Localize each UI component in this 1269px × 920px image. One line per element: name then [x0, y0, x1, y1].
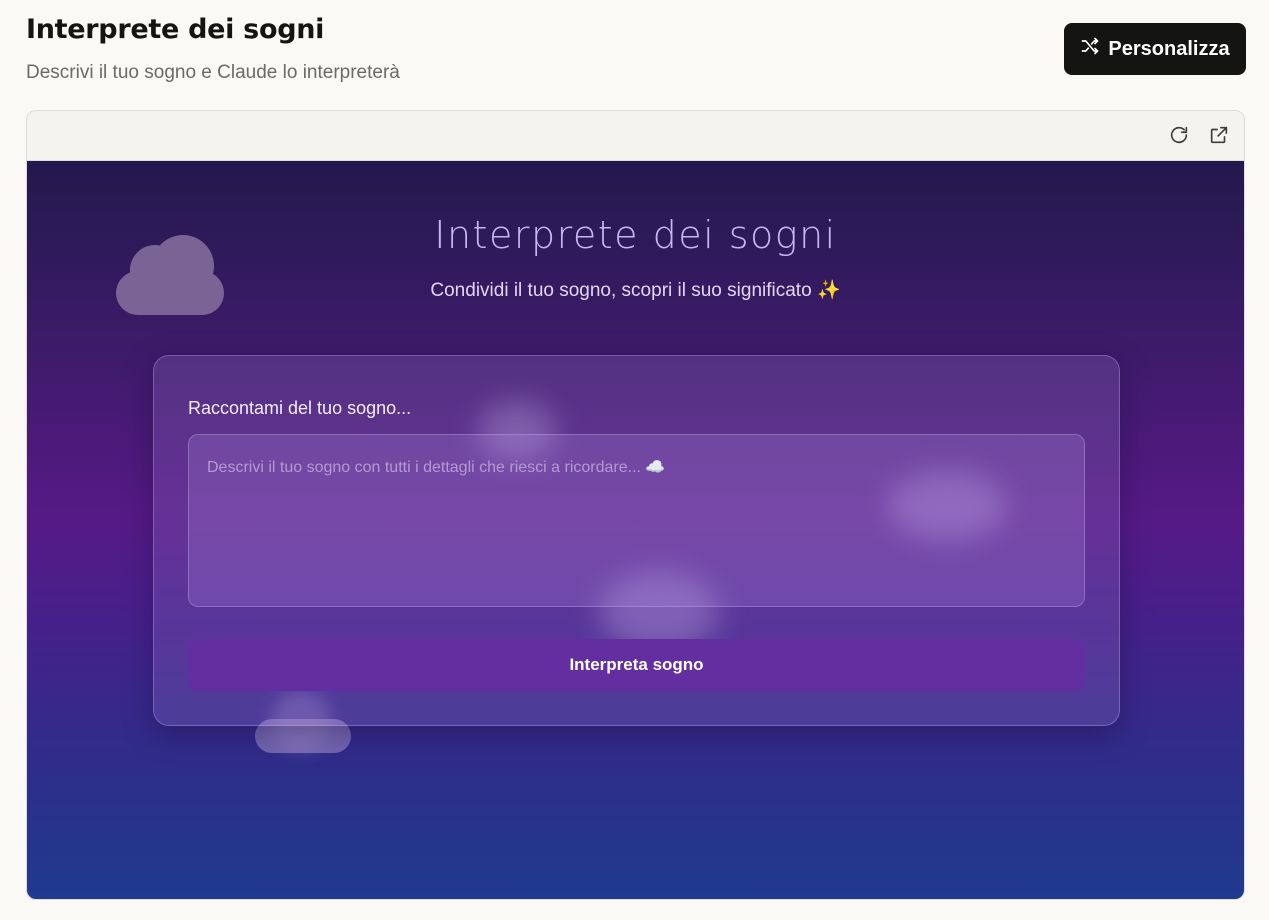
page-header: Interprete dei sogni Descrivi il tuo sog… [26, 14, 1246, 94]
dream-card: Raccontami del tuo sogno... Interpreta s… [153, 355, 1120, 726]
personalize-button[interactable]: Personalizza [1064, 23, 1246, 75]
personalize-label: Personalizza [1108, 37, 1230, 60]
app-subtitle-text: Condividi il tuo sogno, scopri il suo si… [430, 280, 812, 301]
dream-textarea[interactable] [188, 434, 1085, 607]
sparkle-icon: ✨ [816, 280, 841, 301]
page-title: Interprete dei sogni [26, 14, 325, 45]
interpret-button[interactable]: Interpreta sogno [188, 639, 1085, 691]
preview-frame: Interprete dei sogni Condividi il tuo so… [26, 110, 1245, 900]
shuffle-icon [1080, 36, 1100, 62]
external-link-icon[interactable] [1208, 124, 1232, 148]
page-subtitle: Descrivi il tuo sogno e Claude lo interp… [26, 62, 400, 83]
dream-input-label: Raccontami del tuo sogno... [188, 398, 412, 418]
app-subtitle: Condividi il tuo sogno, scopri il suo si… [27, 278, 1244, 302]
frame-toolbar [27, 111, 1244, 161]
app-title: Interprete dei sogni [434, 213, 837, 257]
dream-app: Interprete dei sogni Condividi il tuo so… [27, 161, 1244, 899]
refresh-icon[interactable] [1168, 124, 1192, 148]
